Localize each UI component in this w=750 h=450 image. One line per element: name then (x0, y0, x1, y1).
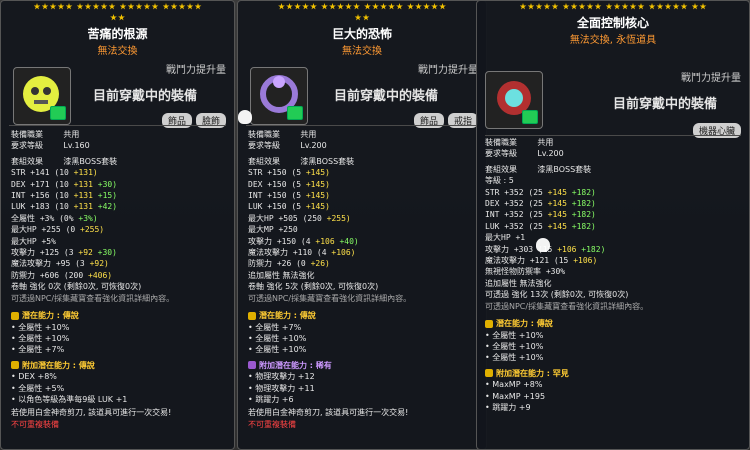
upgrade-label: 戰鬥力提升量 (166, 65, 226, 76)
level-label: 要求等級 (11, 141, 43, 151)
additional-potential-line: • DEX +8% (11, 372, 57, 382)
level-value: Lv.200 (300, 141, 327, 151)
footer-warning: 不可重複裝備 (248, 419, 296, 429)
potential-title: 潛在能力 : 傳說 (496, 319, 553, 329)
additional-potential-title: 附加潛在能力 : 稀有 (259, 360, 332, 370)
additional-potential-line: • 物理攻擊力 +12 (248, 372, 315, 382)
level-value: Lv.200 (537, 149, 564, 159)
legendary-icon (248, 311, 256, 320)
trade-status: 無法交換 (97, 46, 138, 57)
cursor-icon (536, 238, 550, 252)
potential-line: • 全屬性 +10% (11, 333, 70, 343)
additional-potential-line: • 全屬性 +5% (11, 383, 65, 393)
additional-potential-line: • 以角色等級為準每9級 LUK +1 (11, 394, 128, 404)
item-icon (250, 67, 308, 125)
job-value: 共用 (537, 138, 554, 147)
rare-icon (248, 361, 256, 370)
wearing-label: 目前穿戴中的裝備 (93, 89, 198, 104)
trade-status: 無法交換 (342, 46, 382, 57)
potential-line: • 全屬性 +10% (11, 322, 70, 332)
stats-block: 裝備職業 共用 要求等級 Lv.160 套組效果 漆黑BOSS套裝 STR +1… (11, 129, 174, 430)
lock-icon (522, 110, 538, 124)
additional-potential-line: • 物理攻擊力 +11 (248, 383, 315, 393)
job-label: 裝備職業 (248, 130, 280, 139)
stat-list: STR +150 (5 +145) DEX +150 (5 +145) INT … (248, 168, 359, 269)
extra-stat-info: 追加屬性 無法強化 (485, 278, 552, 288)
potential-title: 潛在能力 : 傳說 (22, 311, 79, 321)
rare-icon (485, 369, 493, 378)
additional-potential-line: • 跳躍力 +6 (248, 394, 294, 404)
potential-line: • 全屬性 +10% (485, 353, 544, 363)
job-label: 裝備職業 (11, 130, 43, 139)
stats-block: 裝備職業 共用 要求等級 Lv.200 套組效果 漆黑BOSS套裝 STR +1… (248, 129, 411, 430)
stats-block: 裝備職業 共用 要求等級 Lv.200 套組效果 漆黑BOSS套裝 等級 : 5… (485, 137, 648, 413)
potential-line: • 全屬性 +10% (485, 330, 544, 340)
extra-stat-info: 追加屬性 無法強化 (248, 270, 315, 280)
footer-text: 若使用白金神奇剪刀, 該道具可進行一次交易! (248, 408, 409, 418)
potential-line: • 全屬性 +10% (485, 341, 544, 351)
item-tooltip-2: 巨大的恐怖 無法交換 戰鬥力提升量 目前穿戴中的裝備 飾品 戒指 裝備職業 共用… (237, 0, 487, 450)
set-label: 套組效果 (248, 156, 280, 166)
stat-list: STR +352 (25 +145 +182) DEX +352 (25 +14… (485, 187, 606, 277)
hint-text: 可透過NPC/採集藏寶查看強化資訊詳細內容。 (485, 301, 649, 311)
item-icon (485, 71, 543, 129)
set-value: 漆黑BOSS套裝 (63, 156, 118, 166)
item-tooltip-1: 苦痛的根源 無法交換 戰鬥力提升量 目前穿戴中的裝備 飾品 臉飾 裝備職業 共用… (0, 0, 235, 450)
footer-text: 若使用白金神奇剪刀, 該道具可進行一次交易! (11, 408, 172, 418)
divider (9, 125, 226, 126)
set-value: 漆黑BOSS套裝 (537, 164, 592, 174)
lock-icon (50, 106, 66, 120)
footer-warning: 不可重複裝備 (11, 419, 59, 429)
hint-text: 可透過NPC/採集藏寶查看強化資訊詳細內容。 (11, 293, 175, 303)
star-force-row (267, 1, 458, 21)
scroll-info: 可透過 強化 13次 (剩餘0次, 可恢復0次) (485, 290, 629, 300)
item-tooltip-3: 全面控制核心 無法交換, 永恆道具 戰鬥力提升量 目前穿戴中的裝備 機器心臟 裝… (476, 0, 750, 450)
item-name: 苦痛的根源 (87, 27, 148, 41)
additional-potential-line: • MaxMP +8% (485, 380, 543, 390)
lock-icon (287, 106, 303, 120)
set-value: 漆黑BOSS套裝 (300, 156, 355, 166)
scroll-info: 卷軸 強化 0次 (剩餘0次, 可恢復0次) (11, 282, 142, 292)
item-icon (13, 67, 71, 125)
potential-title: 潛在能力 : 傳說 (259, 311, 316, 321)
potential-line: • 全屬性 +10% (248, 345, 307, 355)
level-value: Lv.160 (63, 141, 90, 151)
item-name: 巨大的恐怖 (331, 27, 392, 41)
additional-potential-title: 附加潛在能力 : 罕見 (496, 368, 569, 378)
divider (485, 135, 741, 136)
item-level: 等級 : 5 (485, 176, 514, 186)
trade-status: 無法交換, 永恆道具 (569, 35, 657, 46)
wearing-label: 目前穿戴中的裝備 (334, 89, 439, 104)
cursor-icon (238, 110, 252, 124)
wearing-label: 目前穿戴中的裝備 (613, 97, 718, 112)
level-label: 要求等級 (248, 141, 280, 151)
upgrade-label: 戰鬥力提升量 (418, 65, 478, 76)
upgrade-label: 戰鬥力提升量 (681, 73, 741, 84)
additional-potential-title: 附加潛在能力 : 傳說 (22, 360, 95, 370)
potential-line: • 全屬性 +10% (248, 333, 307, 343)
job-label: 裝備職業 (485, 138, 517, 147)
legendary-icon (485, 319, 493, 328)
star-force-row (22, 1, 213, 21)
level-label: 要求等級 (485, 149, 517, 159)
divider (246, 125, 478, 126)
additional-potential-line: • 跳躍力 +9 (485, 402, 531, 412)
potential-line: • 全屬性 +7% (11, 345, 65, 355)
star-force-row (505, 1, 721, 10)
scroll-info: 卷軸 強化 5次 (剩餘0次, 可恢復0次) (248, 282, 379, 292)
job-value: 共用 (300, 130, 317, 139)
item-name: 全面控制核心 (576, 16, 649, 30)
potential-line: • 全屬性 +7% (248, 322, 302, 332)
additional-potential-line: • MaxMP +195 (485, 391, 546, 401)
hint-text: 可透過NPC/採集藏寶查看強化資訊詳細內容。 (248, 293, 412, 303)
job-value: 共用 (63, 130, 80, 139)
legendary-icon (11, 311, 19, 320)
set-label: 套組效果 (485, 164, 517, 174)
set-label: 套組效果 (11, 156, 43, 166)
stat-list: STR +141 (10 +131) DEX +171 (10 +131 +30… (11, 168, 118, 280)
legendary-icon (11, 361, 19, 370)
